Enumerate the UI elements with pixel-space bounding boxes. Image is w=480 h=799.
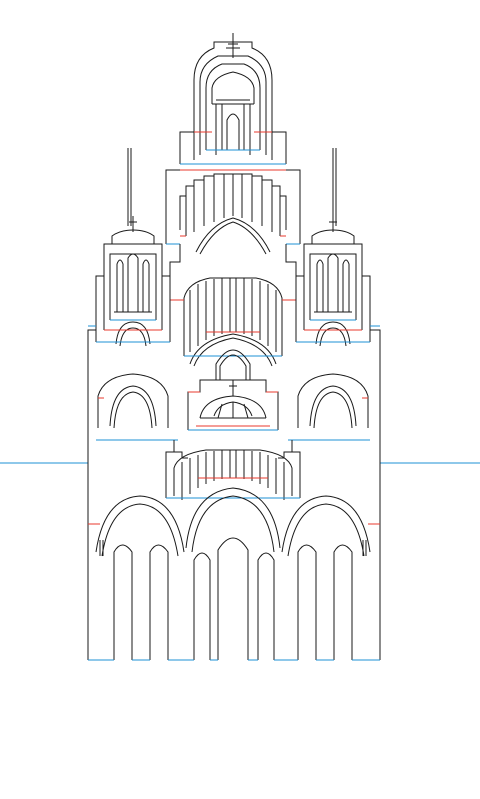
middle-vault bbox=[169, 244, 297, 367]
base-facade bbox=[87, 440, 381, 661]
pop-up-cathedral-pattern bbox=[0, 0, 480, 799]
left-tower bbox=[95, 148, 171, 347]
cupola-cross-icon bbox=[226, 33, 240, 58]
lower-arcade bbox=[87, 325, 381, 453]
right-tower bbox=[295, 148, 371, 347]
small-cupola-cross-icon bbox=[229, 380, 237, 396]
lower-vault bbox=[165, 449, 301, 500]
upper-vault bbox=[165, 169, 301, 255]
pattern-canvas bbox=[0, 33, 480, 661]
small-cupola bbox=[187, 349, 279, 431]
main-cupola bbox=[179, 33, 287, 165]
